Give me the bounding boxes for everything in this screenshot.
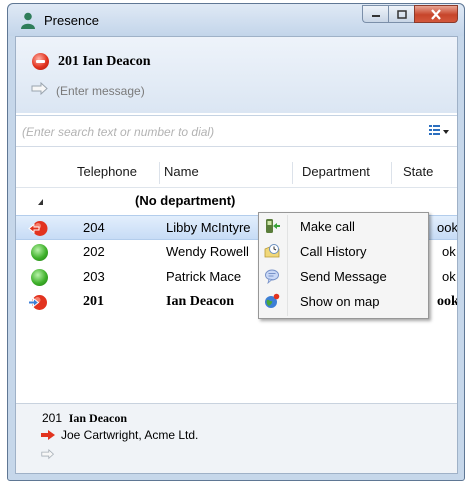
contact-name: Ian Deacon bbox=[166, 294, 235, 309]
message-arrow-icon bbox=[31, 82, 48, 96]
contact-state: ok bbox=[442, 244, 456, 259]
contact-name: Wendy Rowell bbox=[166, 244, 249, 259]
call-arrow-icon bbox=[41, 430, 55, 440]
available-status-icon bbox=[31, 244, 48, 261]
column-header-telephone[interactable]: Telephone bbox=[77, 157, 137, 187]
minimize-icon bbox=[371, 15, 380, 17]
context-menu: Make call Call History Send Message Show… bbox=[258, 212, 429, 319]
message-arrow-icon bbox=[41, 449, 55, 460]
window-title: Presence bbox=[44, 13, 99, 28]
list-view-icon bbox=[429, 125, 449, 135]
presence-message-input[interactable]: (Enter message) bbox=[56, 84, 145, 98]
globe-icon bbox=[265, 293, 280, 308]
speech-bubble-icon bbox=[265, 269, 279, 284]
view-options-button[interactable] bbox=[427, 123, 451, 140]
column-header-row: Telephone Name Department State bbox=[16, 157, 457, 188]
contact-state: ook bbox=[437, 294, 458, 309]
maximize-button[interactable] bbox=[388, 5, 414, 23]
details-call-info: Joe Cartwright, Acme Ltd. bbox=[61, 428, 199, 442]
menu-item-call-history[interactable]: Call History bbox=[260, 240, 427, 264]
close-icon bbox=[431, 8, 441, 20]
contact-phone: 201 bbox=[83, 294, 104, 309]
minimize-button[interactable] bbox=[362, 5, 388, 23]
contact-name: Libby McIntyre bbox=[166, 220, 251, 235]
clock-history-icon bbox=[264, 244, 280, 258]
contact-state: ok bbox=[442, 269, 456, 284]
maximize-icon bbox=[396, 9, 407, 19]
contact-state: ook bbox=[437, 220, 458, 235]
group-label: (No department) bbox=[135, 193, 236, 208]
column-header-state[interactable]: State bbox=[403, 157, 433, 187]
details-user: 201 Ian Deacon bbox=[42, 411, 127, 426]
menu-item-make-call[interactable]: Make call bbox=[260, 215, 427, 239]
group-row[interactable]: (No department) bbox=[16, 190, 457, 214]
search-bar bbox=[16, 115, 457, 147]
contact-phone: 203 bbox=[83, 269, 105, 284]
details-phone: 201 bbox=[42, 411, 63, 425]
title-bar[interactable]: Presence bbox=[8, 4, 464, 36]
contact-phone: 202 bbox=[83, 244, 105, 259]
person-icon bbox=[21, 12, 35, 29]
current-user-name: 201 Ian Deacon bbox=[58, 54, 151, 69]
available-status-icon bbox=[31, 269, 48, 286]
menu-item-show-on-map[interactable]: Show on map bbox=[260, 290, 427, 314]
busy-status-icon[interactable] bbox=[32, 53, 49, 70]
search-input[interactable] bbox=[20, 121, 410, 143]
contact-name: Patrick Mace bbox=[166, 269, 242, 284]
current-user-panel: 201 Ian Deacon (Enter message) bbox=[16, 37, 457, 113]
column-header-department[interactable]: Department bbox=[302, 157, 370, 187]
details-panel: 201 Ian Deacon Joe Cartwright, Acme Ltd. bbox=[16, 403, 457, 473]
close-button[interactable] bbox=[414, 5, 458, 23]
self-call-status-icon bbox=[28, 295, 47, 310]
column-header-name[interactable]: Name bbox=[164, 157, 199, 187]
contact-phone: 204 bbox=[83, 220, 105, 235]
menu-item-send-message[interactable]: Send Message bbox=[260, 265, 427, 289]
phone-call-icon bbox=[266, 219, 280, 233]
collapse-arrow-icon[interactable] bbox=[38, 199, 43, 205]
busy-call-status-icon bbox=[28, 221, 48, 236]
details-name: Ian Deacon bbox=[68, 411, 128, 425]
